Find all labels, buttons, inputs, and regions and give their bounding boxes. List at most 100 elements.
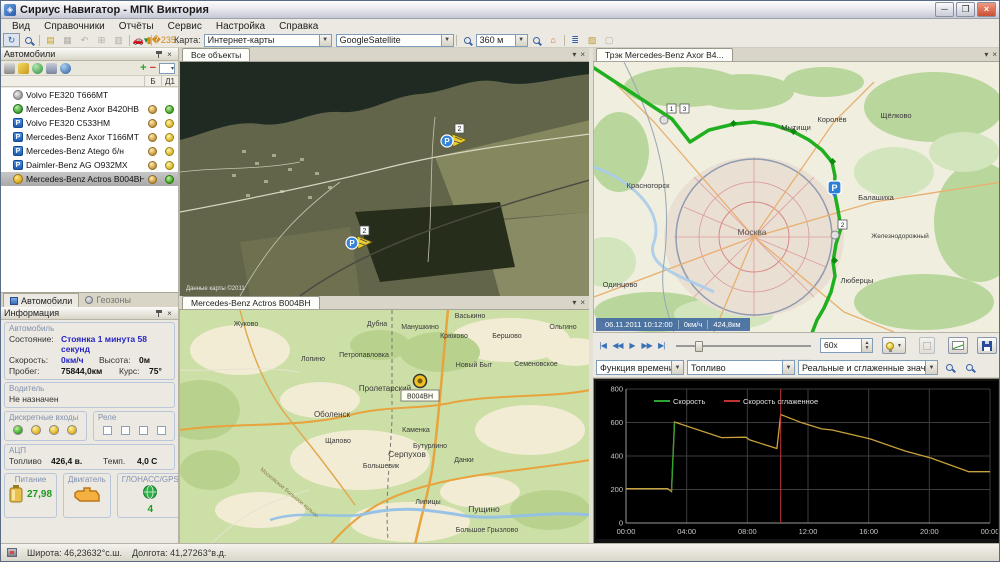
table-icon[interactable]: ▦ (59, 33, 76, 47)
undo-icon[interactable]: ↶ (76, 33, 93, 47)
add-vehicle-button[interactable]: + (140, 63, 146, 74)
vehicle-row[interactable]: Mercedes-Benz Axor В420НВ (1, 102, 178, 116)
chart-zoom-out-icon[interactable] (961, 361, 978, 375)
chart-parameter-select[interactable]: Топливо▼ (687, 360, 795, 375)
map-label: Жуково (234, 321, 259, 328)
chart-mode-select[interactable]: Реальные и сглаженные значен▼ (798, 360, 938, 375)
panel-menu-icon[interactable]: ▾ (984, 50, 988, 59)
tab-geozones[interactable]: Геозоны (79, 293, 137, 307)
world-icon[interactable] (60, 63, 71, 74)
chevron-down-icon[interactable]: ▼ (782, 361, 794, 374)
chart-function-select[interactable]: Функция времени▼ (596, 360, 684, 375)
globe-icon[interactable] (32, 63, 43, 74)
refresh-icon[interactable]: ↻ (3, 33, 20, 47)
vehicle-row[interactable]: P Mercedes-Benz Atego б/н (1, 144, 178, 158)
empty-toggle-icon[interactable]: ▢ (601, 33, 618, 47)
menu-nastroika[interactable]: Настройка (209, 21, 272, 32)
track-map[interactable]: 1 3 P 2 Мытищи Королёв Щёлково (593, 62, 1000, 332)
printer-icon[interactable] (4, 63, 15, 74)
slider-thumb[interactable] (695, 341, 703, 352)
pin-icon[interactable] (155, 50, 163, 58)
tab-track[interactable]: Трэк Mercedes-Benz Axor В4... (596, 48, 733, 61)
notes-icon[interactable]: ▨ (584, 33, 601, 47)
fuel-label: Топливо (9, 456, 51, 466)
chevron-down-icon[interactable]: ▼ (515, 35, 527, 46)
save-track-button[interactable] (977, 337, 997, 354)
panel-close-icon[interactable]: × (580, 298, 585, 307)
close-panel-icon[interactable]: × (164, 309, 175, 318)
tab-actros[interactable]: Mercedes-Benz Actros В004ВН (182, 296, 320, 309)
y-tick-label: 400 (610, 452, 623, 461)
remove-vehicle-button[interactable]: − (150, 63, 156, 74)
panel-close-icon[interactable]: × (580, 50, 585, 59)
relay-checkbox-3[interactable] (139, 426, 148, 435)
rewind-button[interactable]: ◀◀ (612, 338, 624, 354)
playback-slider[interactable] (676, 339, 811, 353)
menu-otchety[interactable]: Отчёты (112, 21, 161, 32)
restore-button[interactable]: ❐ (956, 2, 975, 17)
columns-icon[interactable]: ▥ (110, 33, 127, 47)
chevron-down-icon[interactable]: ▼ (319, 35, 331, 46)
close-panel-icon[interactable]: × (164, 50, 175, 59)
menu-spravochniki[interactable]: Справочники (37, 21, 112, 32)
play-button[interactable]: ▶ (626, 338, 638, 354)
map-source-select[interactable]: Интернет-карты▼ (204, 34, 332, 47)
vehicle-row[interactable]: P Volvo FE320 С533НМ (1, 116, 178, 130)
list-mode-select[interactable]: ▾ (159, 63, 175, 74)
y-tick-label: 800 (610, 385, 623, 394)
chart-zoom-in-icon[interactable] (941, 361, 958, 375)
chevron-down-icon[interactable]: ▼ (671, 361, 683, 374)
vehicle-row-selected[interactable]: Mercedes-Benz Actros В004ВН (1, 172, 178, 186)
pin-icon[interactable] (155, 309, 163, 317)
menu-vid[interactable]: Вид (5, 21, 37, 32)
disabled-tool-button[interactable] (919, 337, 935, 354)
tab-vehicles[interactable]: Автомобили (3, 293, 79, 307)
chevron-down-icon[interactable]: ▼ (897, 343, 902, 349)
playback-speed-spinner[interactable]: 60x ▲▼ (820, 338, 873, 353)
panel-close-icon[interactable]: × (992, 50, 997, 59)
chevron-down-icon[interactable]: ▼ (441, 35, 453, 46)
menu-servis[interactable]: Сервис (161, 21, 209, 32)
map-label: Щапово (325, 438, 351, 445)
fast-forward-button[interactable]: ▶▶ (641, 338, 653, 354)
vehicle-row[interactable]: P Mercedes-Benz Axor Т166МТ (1, 130, 178, 144)
zoom-in-icon[interactable] (459, 33, 476, 47)
car-icon[interactable] (46, 63, 57, 74)
column-d1-header[interactable]: Д1 (161, 76, 178, 86)
actros-map[interactable]: Московское Большое кольцо Дубна Манушкин… (179, 310, 589, 545)
report-chart-icon[interactable]: ▮�235; (154, 33, 171, 47)
brush-icon[interactable] (18, 63, 29, 74)
skip-end-button[interactable]: ▶| (655, 338, 667, 354)
skip-start-button[interactable]: |◀ (597, 338, 609, 354)
scale-select[interactable]: 360 м▼ (476, 34, 528, 47)
legend-list-icon[interactable]: ≣ (567, 33, 584, 47)
status-ball-d1 (165, 161, 174, 170)
relay-checkbox-2[interactable] (121, 426, 130, 435)
map-layer-select[interactable]: GoogleSatellite▼ (336, 34, 454, 47)
vehicle-row[interactable]: Volvo FE320 Т666МТ (1, 88, 178, 102)
open-chart-button[interactable] (948, 337, 968, 354)
relay-checkbox-1[interactable] (103, 426, 112, 435)
vehicle-row[interactable]: P Daimler-Benz AG О932МХ (1, 158, 178, 172)
fuel-chart[interactable]: 00:0004:0008:0012:0016:0020:0000:0002004… (593, 378, 1000, 545)
tab-all-objects[interactable]: Все объекты (182, 48, 250, 61)
vertical-splitter[interactable] (589, 48, 593, 543)
link-icon[interactable]: ⊞ (93, 33, 110, 47)
column-b-header[interactable]: Б (144, 76, 161, 86)
track-points-toggle-button[interactable]: ▼ (882, 337, 906, 354)
playback-speed-value[interactable]: 60x (820, 338, 862, 353)
minimize-button[interactable]: ─ (935, 2, 954, 17)
satellite-map[interactable]: P 2 P 2 Данные карты ©2011 (179, 62, 589, 296)
panel-menu-icon[interactable]: ▾ (572, 298, 576, 307)
menu-spravka[interactable]: Справка (272, 21, 325, 32)
spin-down-icon[interactable]: ▼ (864, 346, 869, 351)
edit-icon[interactable]: ▤ (42, 33, 59, 47)
close-button[interactable]: × (977, 2, 996, 17)
search-icon[interactable] (20, 33, 37, 47)
panel-menu-icon[interactable]: ▾ (572, 50, 576, 59)
relay-checkbox-4[interactable] (157, 426, 166, 435)
chevron-down-icon[interactable]: ▼ (925, 361, 937, 374)
zoom-out-icon[interactable] (528, 33, 545, 47)
home-icon[interactable]: ⌂ (545, 33, 562, 47)
height-value: 0м (139, 355, 150, 365)
